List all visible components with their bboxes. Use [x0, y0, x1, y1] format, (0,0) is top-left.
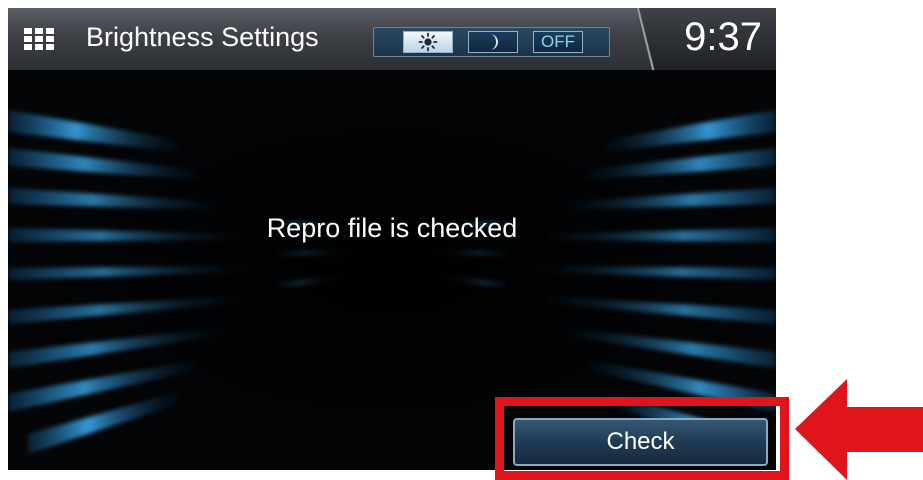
off-mode-button[interactable]: OFF: [533, 31, 583, 53]
moon-icon: [490, 34, 498, 50]
highlight-frame: [495, 397, 789, 480]
sun-icon: [418, 32, 438, 52]
left-arrow-icon: [795, 379, 923, 480]
brightness-mode-group: OFF: [373, 27, 610, 57]
header-bar: Brightness Settings OFF 9:37: [8, 8, 776, 71]
status-message: Repro file is checked: [266, 213, 518, 243]
clock: 9:37: [684, 15, 762, 59]
page-title: Brightness Settings: [86, 22, 319, 52]
night-mode-button[interactable]: [468, 31, 518, 53]
day-mode-button[interactable]: [403, 31, 453, 53]
menu-grid-icon[interactable]: [24, 28, 54, 50]
